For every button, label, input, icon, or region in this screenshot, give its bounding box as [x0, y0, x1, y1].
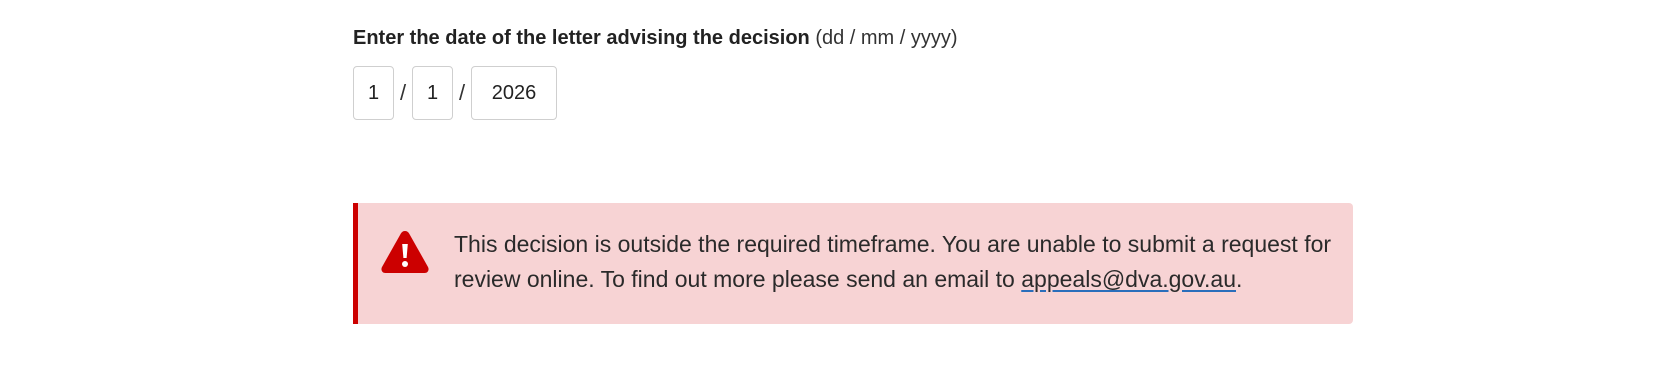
date-separator: /	[399, 80, 407, 105]
error-alert: This decision is outside the required ti…	[353, 203, 1353, 324]
letter-date-label-text: Enter the date of the letter advising th…	[353, 27, 810, 49]
date-inputs: / /	[353, 66, 958, 120]
warning-triangle-icon	[380, 229, 430, 275]
day-input[interactable]	[353, 66, 394, 120]
letter-date-field: Enter the date of the letter advising th…	[353, 24, 958, 120]
year-input[interactable]	[471, 66, 557, 120]
alert-message-end: .	[1236, 266, 1243, 292]
appeals-email-link[interactable]: appeals@dva.gov.au	[1021, 266, 1236, 292]
alert-message: This decision is outside the required ti…	[454, 227, 1334, 297]
date-format-hint: (dd / mm / yyyy)	[815, 27, 958, 49]
letter-date-label: Enter the date of the letter advising th…	[353, 24, 958, 52]
month-input[interactable]	[412, 66, 453, 120]
date-separator: /	[458, 80, 466, 105]
